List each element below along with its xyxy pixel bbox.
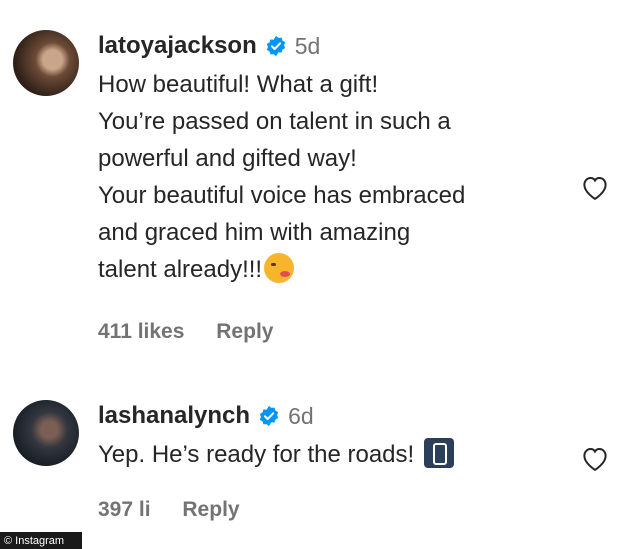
comment-text: Yep. He’s ready for the roads! bbox=[98, 436, 564, 473]
comment-actions: 411 likes Reply bbox=[98, 320, 299, 344]
likes-count[interactable]: 411 likes bbox=[98, 320, 184, 343]
avatar[interactable] bbox=[13, 30, 79, 96]
username[interactable]: latoyajackson bbox=[98, 32, 257, 60]
vertical-traffic-light-icon bbox=[424, 438, 455, 468]
comment-header: latoyajackson 5d bbox=[98, 30, 564, 62]
comment-line: You’re passed on talent in such a bbox=[98, 108, 451, 135]
instagram-watermark: © Instagram bbox=[0, 532, 82, 549]
comment-line: Your beautiful voice has embraced bbox=[98, 182, 466, 209]
comment-line: Yep. He’s ready for the roads! bbox=[98, 441, 415, 468]
comment-line: How beautiful! What a gift! bbox=[98, 71, 379, 98]
like-heart-icon[interactable] bbox=[580, 173, 610, 201]
comment-actions: 397 li Reply bbox=[98, 498, 266, 522]
comment-line-last: talent already!!! bbox=[98, 251, 564, 288]
username[interactable]: lashanalynch bbox=[98, 402, 250, 430]
comment-line: powerful and gifted way! bbox=[98, 145, 357, 172]
comment-text: How beautiful! What a gift! You’re passe… bbox=[98, 66, 564, 288]
winking-face-with-kiss-icon bbox=[264, 253, 295, 283]
comment-body: latoyajackson 5d How beautiful! What a g… bbox=[98, 30, 564, 288]
comment-line: and graced him with amazing bbox=[98, 219, 411, 246]
reply-button[interactable]: Reply bbox=[216, 320, 273, 343]
reply-button[interactable]: Reply bbox=[182, 498, 239, 521]
verified-badge-icon bbox=[259, 405, 279, 427]
timestamp: 5d bbox=[294, 32, 321, 59]
avatar[interactable] bbox=[13, 400, 79, 466]
timestamp: 6d bbox=[288, 402, 314, 429]
comment-body: lashanalynch 6d Yep. He’s ready for the … bbox=[98, 400, 564, 473]
comment-line: talent already!!! bbox=[98, 256, 263, 283]
comment-line-last: Yep. He’s ready for the roads! bbox=[98, 436, 564, 473]
comment-header: lashanalynch 6d bbox=[98, 400, 564, 432]
like-heart-icon[interactable] bbox=[580, 444, 610, 472]
likes-count[interactable]: 397 li bbox=[98, 498, 151, 521]
verified-badge-icon bbox=[266, 35, 285, 57]
